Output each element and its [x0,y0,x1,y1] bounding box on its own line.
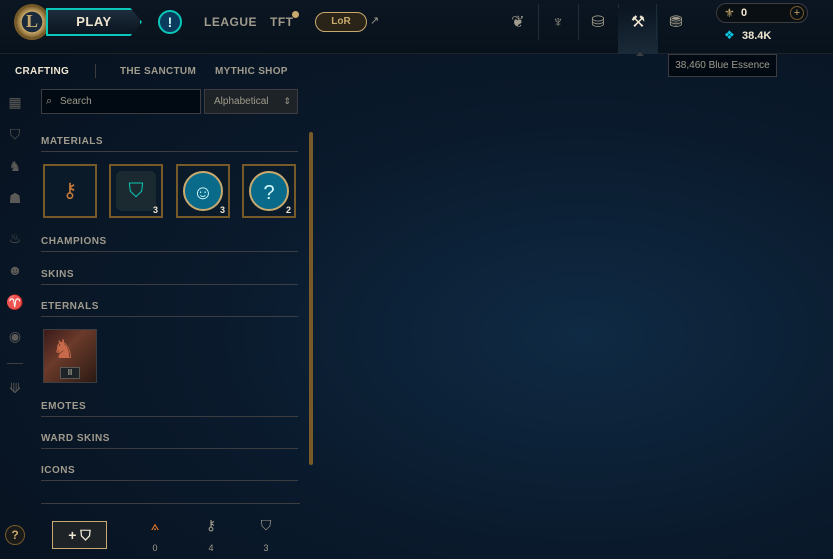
chest-count: 3 [263,543,269,553]
play-button[interactable]: PLAY [46,8,142,36]
section-ward-skins[interactable]: WARD SKINS [41,433,298,449]
section-skins[interactable]: SKINS [41,269,298,285]
collection-icon[interactable]: ♆ [538,8,578,38]
item-count: 3 [152,205,158,215]
scrollbar[interactable] [309,132,313,465]
sort-dropdown[interactable]: Alphabetical ⇕ [204,89,298,114]
eternal-series-badge: II [60,367,80,379]
blue-essence-tooltip: 38,460 Blue Essence [668,54,777,77]
section-champions[interactable]: CHAMPIONS [41,236,298,252]
tab-crafting[interactable]: CRAFTING [15,66,69,77]
store-icon[interactable]: ⛃ [656,8,696,38]
skin-filter-icon[interactable]: ☗ [5,188,25,208]
notification-dot-icon [292,11,299,18]
divider [41,503,300,504]
mystery-orb-icon: ? [249,171,289,211]
blue-essence-icon: ❖ [724,28,735,42]
material-item[interactable]: ☺ 3 [176,164,230,218]
material-item[interactable]: ⚷ [43,164,97,218]
add-chest-button[interactable]: + ⛉ [52,521,107,549]
section-emotes[interactable]: EMOTES [41,401,298,417]
key-count: 4 [208,543,214,553]
tab-the-sanctum[interactable]: THE SANCTUM [120,66,196,77]
section-materials: MATERIALS [41,136,298,152]
chest-icon: ⛉ [116,171,156,211]
item-count: 2 [285,205,291,215]
key-fragment-icon: ⚷ [62,180,78,202]
material-item[interactable]: ? 2 [242,164,296,218]
divider [7,363,23,364]
icon-filter-icon[interactable]: ◉ [5,326,25,346]
lor-button[interactable]: LoR [315,12,367,32]
grid-icon[interactable]: ▦ [5,92,25,112]
league-logo-icon[interactable]: L [14,4,50,40]
tooltip-arrow-icon [636,52,644,56]
loot-icon[interactable]: ⛁ [578,8,618,38]
section-eternals[interactable]: ETERNALS [41,301,298,317]
champion-portrait-icon: ♞ [52,334,76,364]
alert-icon[interactable]: ! [158,10,182,34]
more-filter-icon[interactable]: ⟱ [5,378,25,398]
crafting-icon[interactable]: ⚒ [618,8,658,54]
champion-filter-icon[interactable]: ♞ [5,156,25,176]
add-rp-button[interactable]: + [790,6,804,20]
external-link-icon: ↗ [370,15,380,27]
tab-mythic-shop[interactable]: MYTHIC SHOP [215,66,288,77]
orange-essence-count: 0 [152,543,158,553]
nav-tft[interactable]: TFT [270,15,294,29]
riot-points-icon: ⚜ [724,6,735,20]
search-icon: ⌕ [46,95,53,107]
profile-icon[interactable]: ❦ [498,8,538,38]
eternals-filter-icon[interactable]: ♨ [5,228,25,248]
help-button[interactable]: ? [5,525,25,545]
ward-filter-icon[interactable]: ♈ [5,292,25,312]
key-icon: ⚷ [205,517,217,533]
item-count: 3 [219,205,225,215]
emote-token-icon: ☺ [183,171,223,211]
chevron-updown-icon: ⇕ [283,96,291,106]
rp-value: 0 [741,7,748,19]
sort-selected-label: Alphabetical [214,96,269,107]
nav-league[interactable]: LEAGUE [204,15,257,29]
material-item[interactable]: ⛉ 3 [109,164,163,218]
orange-essence-icon: ⟑ [150,517,160,533]
chest-filter-icon[interactable]: ⛉ [5,124,25,144]
eternal-item[interactable]: ♞ II [43,329,97,383]
divider [95,64,96,78]
be-value: 38.4K [742,30,772,42]
emote-filter-icon[interactable]: ☻ [5,260,25,280]
chest-icon: ⛉ [260,517,272,533]
section-icons[interactable]: ICONS [41,465,298,481]
search-input[interactable] [60,92,195,110]
